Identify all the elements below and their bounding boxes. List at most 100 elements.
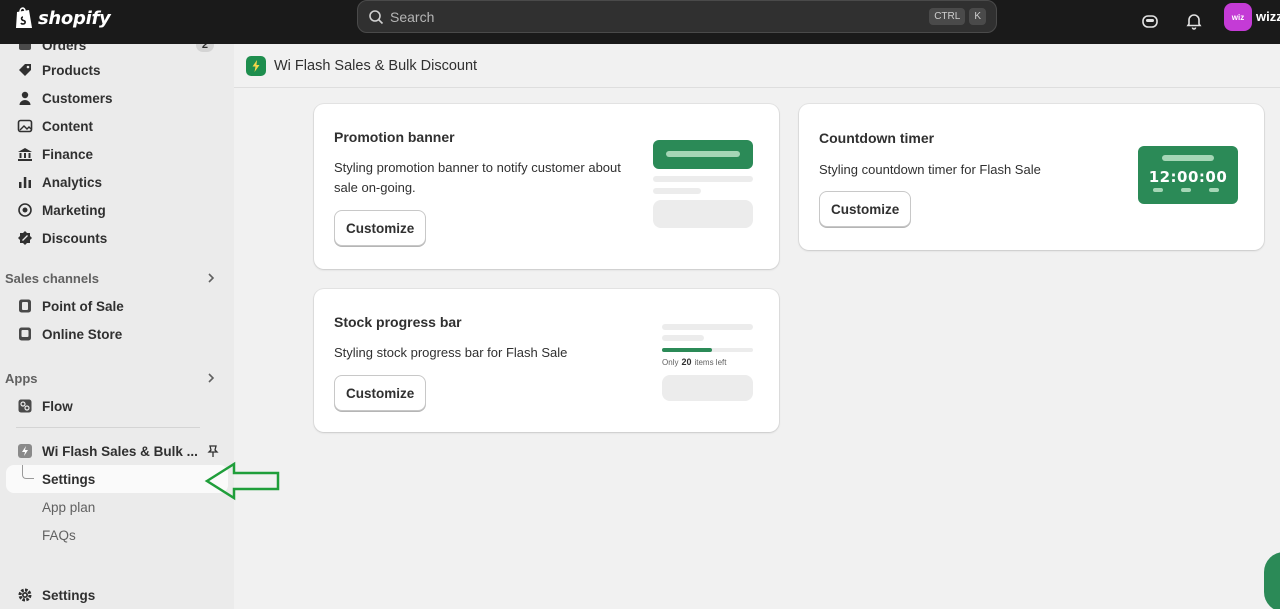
sidebar-item-marketing[interactable]: Marketing	[8, 197, 226, 223]
bell-icon	[1186, 14, 1202, 30]
store-avatar[interactable]: wiz	[1224, 3, 1252, 31]
stock-label-prefix: Only	[662, 358, 679, 367]
kbd-ctrl: CTRL	[929, 8, 966, 25]
tag-icon	[16, 61, 34, 79]
shopify-bag-icon	[16, 7, 32, 28]
sidebar-subitem-faqs[interactable]: FAQs	[42, 528, 76, 543]
sidebar-item-label: Content	[42, 118, 93, 134]
stock-fill	[662, 348, 712, 352]
apps-heading[interactable]: Apps	[5, 368, 221, 388]
preview-line	[653, 188, 701, 194]
discount-icon	[16, 229, 34, 247]
chevron-right-icon	[208, 373, 215, 383]
search-shortcut: CTRL K	[929, 8, 986, 25]
kbd-k: K	[969, 8, 986, 25]
pin-icon[interactable]	[206, 444, 220, 458]
card-description: Styling promotion banner to notify custo…	[334, 160, 621, 195]
sidebar-item-wi-flash-sales[interactable]: Wi Flash Sales & Bulk ...	[8, 438, 226, 464]
sidebar-item-label: Orders	[42, 44, 87, 53]
person-icon	[16, 89, 34, 107]
sidebar-item-label: Wi Flash Sales & Bulk ...	[42, 443, 198, 459]
stock-progress-bar-card: Stock progress bar Styling stock progres…	[314, 289, 779, 432]
sidebar-item-label: Discounts	[42, 230, 108, 246]
sidebar-item-label: Settings	[42, 587, 96, 603]
annotation-arrow-icon	[204, 461, 280, 501]
sidebar-item-content[interactable]: Content	[8, 113, 226, 139]
app-logo-icon	[246, 55, 266, 76]
chat-launcher-button[interactable]	[1264, 552, 1280, 609]
sidebar-item-label: Online Store	[42, 326, 123, 342]
pos-icon	[16, 297, 34, 315]
sidebar-item-online-store[interactable]: Online Store	[8, 321, 226, 347]
search-bar[interactable]: Search CTRL K	[357, 0, 997, 33]
bar-chart-icon	[16, 173, 34, 191]
preview-line	[662, 335, 704, 341]
sidebar-item-label: Products	[42, 62, 101, 78]
sales-channels-heading[interactable]: Sales channels	[5, 268, 221, 288]
sidebar-subitem-app-plan[interactable]: App plan	[42, 500, 95, 515]
app-page-header: Wi Flash Sales & Bulk Discount	[234, 44, 1280, 88]
orders-count-badge: 2	[195, 44, 214, 52]
sidebar-subitem-settings[interactable]: Settings	[6, 465, 228, 493]
sidebar-item-analytics[interactable]: Analytics	[8, 169, 226, 195]
tree-connector	[22, 465, 34, 479]
card-title: Countdown timer	[819, 130, 935, 146]
page-title: Wi Flash Sales & Bulk Discount	[274, 57, 478, 74]
preview-line	[653, 176, 753, 182]
stock-label: Only 20 items left	[662, 357, 726, 367]
sidebar-item-point-of-sale[interactable]: Point of Sale	[8, 293, 226, 319]
sidebar-item-label: Finance	[42, 146, 94, 162]
stock-label-suffix: items left	[694, 358, 727, 367]
preview-box	[653, 200, 753, 228]
promotion-banner-card: Promotion banner Styling promotion banne…	[314, 104, 779, 269]
card-title: Promotion banner	[334, 129, 455, 145]
top-bar: shopify Search CTRL K wiz wizz	[0, 0, 1280, 44]
chevron-right-icon	[208, 273, 215, 283]
countdown-timer-preview: 12:00:00	[1138, 146, 1238, 204]
preview-banner	[653, 140, 753, 169]
preview-line	[662, 324, 753, 330]
sidekick-face-icon	[1142, 15, 1158, 28]
store-name[interactable]: wizz	[1256, 9, 1280, 24]
orders-icon	[16, 44, 34, 54]
search-placeholder: Search	[390, 8, 435, 25]
card-description: Styling stock progress bar for Flash Sal…	[334, 345, 568, 360]
shopify-logo[interactable]: shopify	[14, 6, 111, 30]
sidebar-item-finance[interactable]: Finance	[8, 141, 226, 167]
customize-stock-button[interactable]: Customize	[334, 375, 427, 411]
section-label: Apps	[5, 370, 38, 386]
flow-icon	[16, 397, 34, 415]
sidebar-item-customers[interactable]: Customers	[8, 85, 226, 111]
stock-label-count: 20	[681, 357, 692, 367]
target-icon	[16, 201, 34, 219]
sidebar-item-label: Customers	[42, 90, 113, 106]
shopify-wordmark: shopify	[38, 7, 111, 29]
card-title: Stock progress bar	[334, 314, 462, 330]
sidebar-divider	[16, 427, 200, 428]
countdown-timer-card: Countdown timer Styling countdown timer …	[799, 104, 1264, 250]
sidebar-item-products[interactable]: Products	[8, 57, 226, 83]
gear-icon	[16, 586, 34, 604]
sidebar-item-orders[interactable]: Orders 2	[8, 44, 226, 58]
customize-promotion-button[interactable]: Customize	[334, 210, 427, 246]
customize-countdown-button[interactable]: Customize	[819, 191, 912, 227]
preview-box	[662, 375, 753, 401]
app-icon	[16, 442, 34, 460]
sidebar-item-label: Analytics	[42, 174, 103, 190]
notifications-bell-icon[interactable]	[1184, 11, 1204, 31]
sidebar-item-label: Marketing	[42, 202, 106, 218]
sidebar-item-label: Point of Sale	[42, 298, 124, 314]
sidebar-item-flow[interactable]: Flow	[8, 393, 226, 419]
card-description: Styling countdown timer for Flash Sale	[819, 162, 1041, 177]
image-icon	[16, 117, 34, 135]
section-label: Sales channels	[5, 270, 99, 286]
sidebar-item-settings[interactable]: Settings	[8, 582, 226, 608]
sidebar-subitem-label: Settings	[42, 472, 96, 487]
search-icon	[369, 9, 384, 24]
sidekick-icon[interactable]	[1140, 11, 1160, 31]
sidebar-item-discounts[interactable]: Discounts	[8, 225, 226, 251]
sidebar: Orders 2 Products Customers Content Fina…	[0, 44, 234, 609]
bank-icon	[16, 145, 34, 163]
sidebar-item-label: Flow	[42, 398, 73, 414]
timer-digits: 12:00:00	[1148, 168, 1228, 186]
